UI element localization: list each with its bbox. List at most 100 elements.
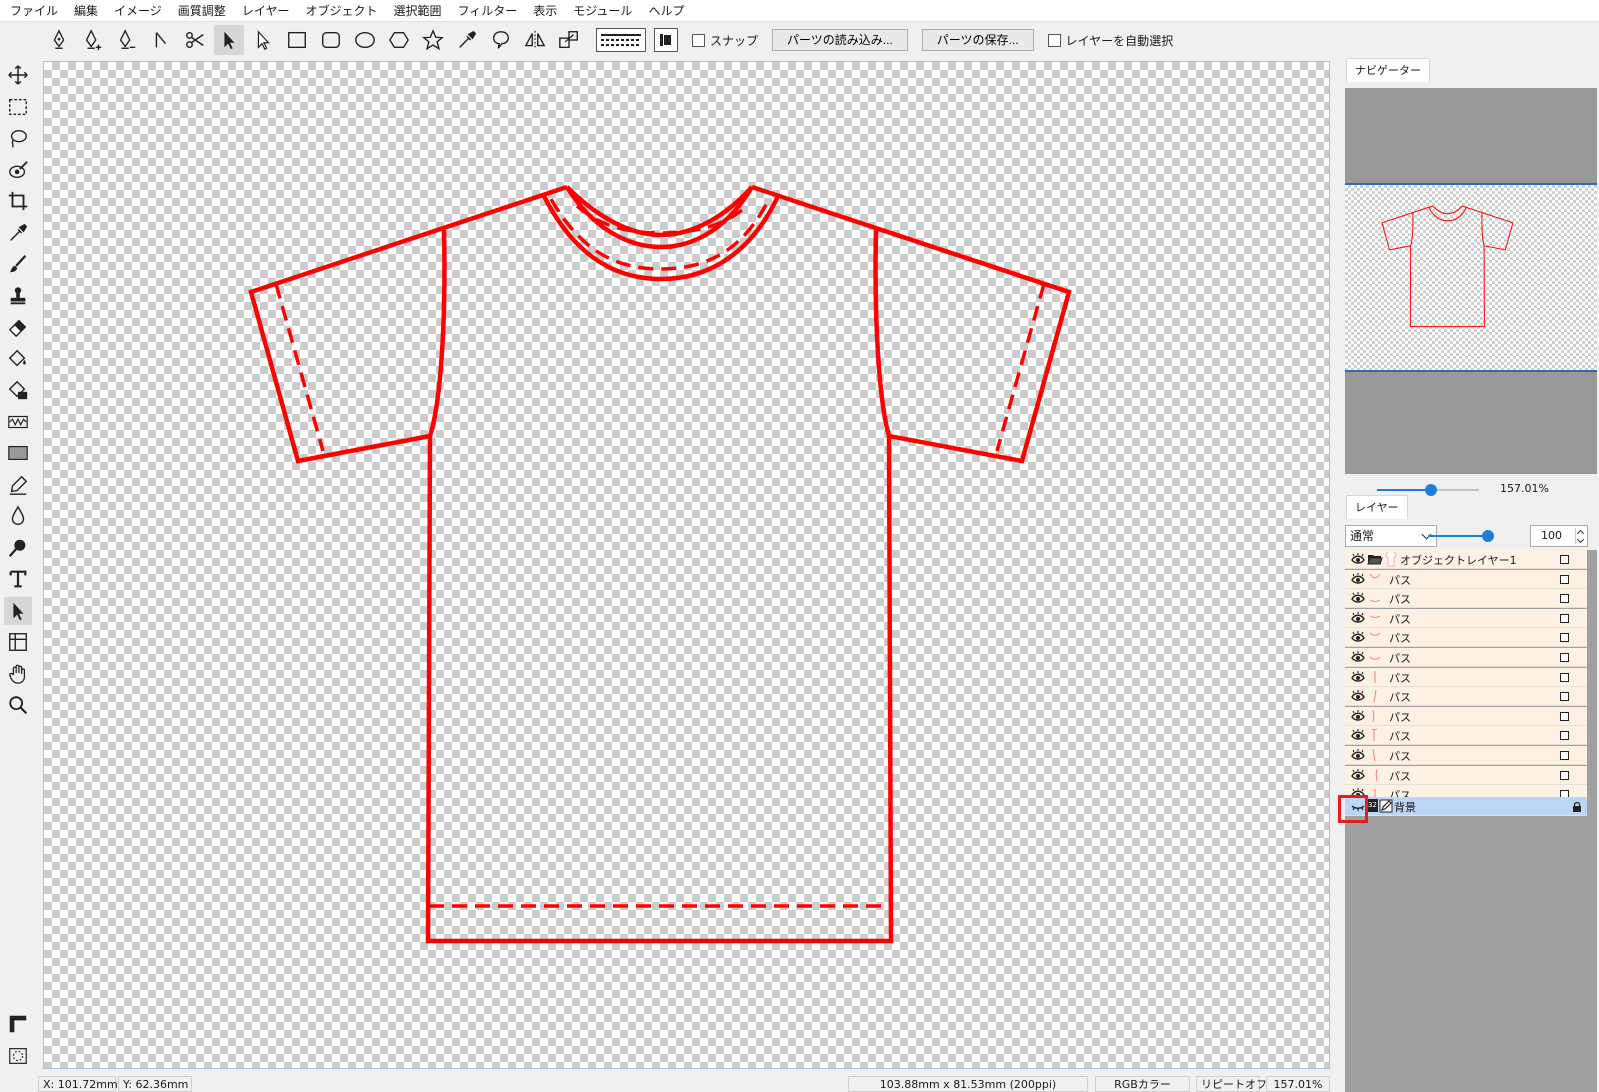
menu-filter[interactable]: フィルター bbox=[449, 0, 525, 22]
opacity-spinner[interactable] bbox=[1575, 528, 1585, 544]
layer-select-checkbox[interactable] bbox=[1560, 770, 1569, 780]
balloon-shape-button[interactable] bbox=[486, 25, 516, 55]
eye-icon[interactable] bbox=[1351, 768, 1365, 782]
layer-select-checkbox[interactable] bbox=[1560, 653, 1569, 662]
layer-select-checkbox[interactable] bbox=[1560, 692, 1569, 702]
menu-module[interactable]: モジュール bbox=[565, 0, 640, 22]
tab-navigator[interactable]: ナビゲーター bbox=[1346, 58, 1430, 82]
layer-select-checkbox[interactable] bbox=[1560, 574, 1569, 584]
menu-view[interactable]: 表示 bbox=[525, 0, 565, 22]
collar-inner[interactable] bbox=[565, 185, 754, 250]
transform-tool[interactable] bbox=[4, 628, 32, 656]
blend-mode-select[interactable]: 通常 bbox=[1345, 525, 1437, 547]
magic-wand-tool[interactable] bbox=[4, 156, 32, 184]
eye-icon[interactable] bbox=[1351, 689, 1365, 703]
lock-icon[interactable] bbox=[1572, 801, 1582, 812]
object-select-tool[interactable] bbox=[4, 597, 32, 625]
layer-select-checkbox[interactable] bbox=[1560, 613, 1569, 623]
menu-adjust[interactable]: 画質調整 bbox=[170, 0, 234, 22]
star-shape-button[interactable] bbox=[418, 25, 448, 55]
layer-row-path[interactable]: パス bbox=[1345, 628, 1587, 648]
layer-select-checkbox[interactable] bbox=[1560, 731, 1569, 741]
layer-select-checkbox[interactable] bbox=[1560, 711, 1569, 721]
blur-tool[interactable] bbox=[4, 502, 32, 530]
pen-tool-button[interactable] bbox=[44, 25, 74, 55]
smudge-tool[interactable] bbox=[4, 471, 32, 499]
menu-object[interactable]: オブジェクト bbox=[297, 0, 385, 22]
eraser-tool[interactable] bbox=[4, 313, 32, 341]
zoom-tool[interactable] bbox=[4, 691, 32, 719]
menu-help[interactable]: ヘルプ bbox=[640, 0, 692, 22]
menu-file[interactable]: ファイル bbox=[2, 0, 66, 22]
scissors-button[interactable] bbox=[180, 25, 210, 55]
layer-row-path[interactable]: パス bbox=[1345, 687, 1587, 707]
menu-layer[interactable]: レイヤー bbox=[234, 0, 298, 22]
add-anchor-button[interactable] bbox=[78, 25, 108, 55]
folder-icon[interactable] bbox=[1367, 551, 1383, 567]
hand-tool[interactable] bbox=[4, 660, 32, 688]
delete-anchor-button[interactable] bbox=[112, 25, 142, 55]
eye-icon[interactable] bbox=[1351, 748, 1365, 762]
right-sleeve-stitch[interactable] bbox=[995, 283, 1046, 452]
eye-icon[interactable] bbox=[1351, 591, 1365, 605]
rounded-rect-shape-button[interactable] bbox=[316, 25, 346, 55]
left-armhole[interactable] bbox=[427, 229, 447, 437]
navigator-preview[interactable] bbox=[1345, 88, 1597, 474]
rectangle-shape-button[interactable] bbox=[282, 25, 312, 55]
fill-gradient-tool[interactable] bbox=[4, 376, 32, 404]
snap-checkbox-box[interactable] bbox=[692, 33, 705, 47]
layer-select-checkbox[interactable] bbox=[1560, 555, 1569, 564]
dodge-tool[interactable] bbox=[4, 534, 32, 562]
load-parts-button[interactable]: パーツの読み込み... bbox=[772, 29, 908, 51]
tshirt-drawing[interactable] bbox=[44, 62, 1329, 1068]
tab-layers[interactable]: レイヤー bbox=[1346, 495, 1408, 519]
opacity-input[interactable]: 100 bbox=[1530, 525, 1588, 547]
pattern-tool[interactable] bbox=[4, 408, 32, 436]
quick-mask-tool[interactable] bbox=[4, 1042, 32, 1070]
eye-icon[interactable] bbox=[1351, 552, 1365, 566]
document-canvas[interactable] bbox=[43, 61, 1330, 1069]
layer-select-checkbox[interactable] bbox=[1560, 633, 1569, 643]
collar-inner-2[interactable] bbox=[565, 185, 754, 238]
ellipse-shape-button[interactable] bbox=[350, 25, 380, 55]
zoom-slider-knob[interactable] bbox=[1424, 484, 1437, 496]
eye-icon[interactable] bbox=[1351, 670, 1365, 684]
stamp-tool[interactable] bbox=[4, 282, 32, 310]
layer-row-path[interactable]: パス bbox=[1345, 648, 1587, 667]
fill-tool[interactable] bbox=[4, 345, 32, 373]
select-object-button[interactable] bbox=[214, 25, 244, 55]
eyedropper-button[interactable] bbox=[452, 25, 482, 55]
snap-checkbox[interactable]: スナップ bbox=[692, 32, 758, 49]
layer-select-checkbox[interactable] bbox=[1560, 751, 1569, 760]
ruler-tool[interactable] bbox=[4, 1010, 32, 1038]
repeat-mode[interactable]: リピートオフ bbox=[1196, 1076, 1267, 1092]
save-parts-button[interactable]: パーツの保存... bbox=[921, 29, 1034, 51]
layer-row-path[interactable]: パス bbox=[1345, 746, 1587, 765]
direct-select-button[interactable] bbox=[248, 25, 278, 55]
layer-row-path[interactable]: パス bbox=[1345, 765, 1587, 785]
opacity-slider[interactable] bbox=[1428, 535, 1488, 537]
transform-button[interactable] bbox=[554, 25, 584, 55]
layer-row-path[interactable]: パス bbox=[1345, 706, 1587, 726]
menu-image[interactable]: イメージ bbox=[106, 0, 170, 22]
polygon-shape-button[interactable] bbox=[384, 25, 414, 55]
layer-row-path[interactable]: パス bbox=[1345, 569, 1587, 589]
eye-icon[interactable] bbox=[1351, 611, 1365, 625]
move-tool[interactable] bbox=[4, 61, 32, 89]
layer-select-checkbox[interactable] bbox=[1560, 672, 1569, 682]
eye-icon[interactable] bbox=[1351, 728, 1365, 742]
right-armhole[interactable] bbox=[873, 229, 892, 437]
lasso-tool[interactable] bbox=[4, 124, 32, 152]
layer-row-path[interactable]: パス bbox=[1345, 589, 1587, 609]
auto-select-layer-checkbox[interactable]: レイヤーを自動選択 bbox=[1047, 32, 1173, 49]
align-button[interactable] bbox=[654, 28, 678, 52]
color-mode[interactable]: RGBカラー bbox=[1095, 1076, 1190, 1092]
zoom-readout[interactable]: 157.01% bbox=[1266, 1076, 1330, 1092]
left-sleeve-stitch[interactable] bbox=[274, 283, 325, 452]
layer-row-path[interactable]: パス bbox=[1345, 726, 1587, 746]
menu-selection[interactable]: 選択範囲 bbox=[385, 0, 449, 22]
brush-tool[interactable] bbox=[4, 250, 32, 278]
opacity-slider-knob[interactable] bbox=[1482, 530, 1494, 542]
layer-row-path[interactable]: パス bbox=[1345, 608, 1587, 628]
tshirt-outline[interactable] bbox=[248, 184, 1072, 944]
